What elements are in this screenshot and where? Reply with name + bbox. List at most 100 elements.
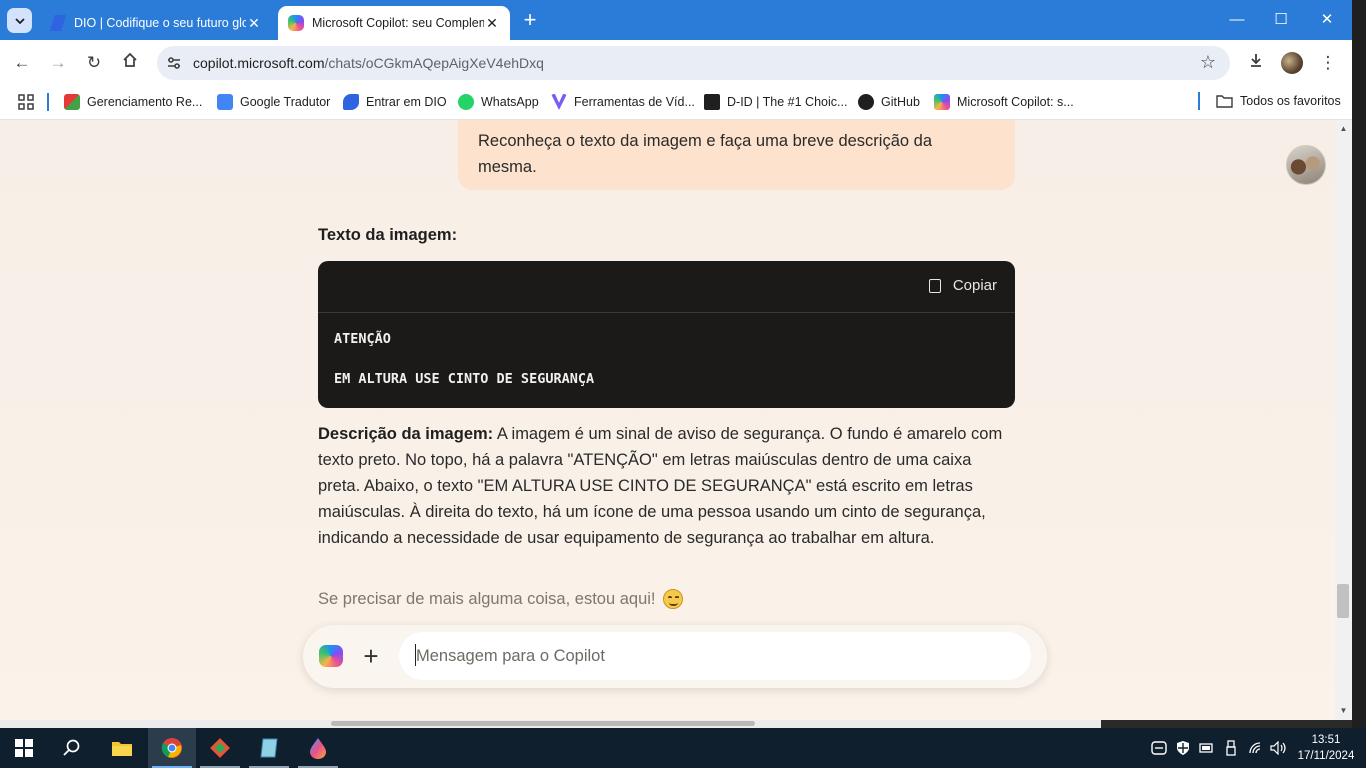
scroll-down-icon[interactable]: ▼ (1335, 704, 1352, 718)
tab-copilot[interactable]: Microsoft Copilot: seu Complem ✕ (278, 6, 510, 40)
chrome-icon[interactable] (148, 728, 196, 768)
text-cursor (415, 644, 416, 666)
tab-title: DIO | Codifique o seu futuro glo (74, 16, 246, 30)
volume-icon[interactable] (1269, 728, 1289, 768)
all-bookmarks-folder[interactable]: Todos os favoritos (1216, 94, 1341, 108)
maximize-icon[interactable]: ☐ (1269, 8, 1293, 32)
bookmark-did[interactable]: D-ID | The #1 Choic... (704, 94, 847, 110)
tab-search-button[interactable] (7, 8, 32, 33)
back-icon[interactable]: ← (9, 50, 35, 76)
teamviewer-icon[interactable] (1150, 728, 1168, 768)
clock-date: 17/11/2024 (1297, 750, 1355, 762)
menu-kebab-icon[interactable]: ⋮ (1315, 50, 1341, 76)
code-line: ATENÇÃO (334, 331, 391, 347)
git-icon[interactable] (196, 728, 244, 768)
tab-dio[interactable]: DIO | Codifique o seu futuro glo ✕ (40, 6, 272, 40)
scroll-up-icon[interactable]: ▲ (1335, 122, 1352, 136)
horizontal-scrollbar[interactable] (0, 720, 1352, 728)
copy-button[interactable]: Copiar (928, 277, 997, 294)
vertical-scrollbar[interactable]: ▲ ▼ (1335, 120, 1352, 720)
dio-icon (50, 15, 66, 31)
colorful-grid-icon (64, 94, 80, 110)
bookmark-gerenciamento[interactable]: Gerenciamento Re... (64, 94, 202, 110)
bookmark-label: Entrar em DIO (366, 95, 447, 109)
security-shield-icon[interactable] (1174, 728, 1192, 768)
google-translate-icon (217, 94, 233, 110)
bookmark-label: GitHub (881, 95, 920, 109)
bookmark-divider (47, 93, 49, 111)
message-composer: + (303, 625, 1047, 688)
bookmark-copilot[interactable]: Microsoft Copilot: s... (934, 94, 1074, 110)
paint-icon[interactable] (294, 728, 342, 768)
site-settings-icon[interactable] (165, 54, 183, 72)
system-clock[interactable]: 13:51 17/11/2024 (1294, 732, 1358, 764)
github-icon (858, 94, 874, 110)
close-window-icon[interactable]: ✕ (1315, 8, 1339, 32)
description-label: Descrição da imagem: (318, 425, 494, 443)
bookmarks-bar: Gerenciamento Re... Google Tradutor Entr… (0, 86, 1352, 120)
reload-icon[interactable]: ↻ (81, 50, 107, 76)
close-icon[interactable]: ✕ (484, 15, 500, 32)
bookmark-label: Ferramentas de Víd... (574, 95, 695, 109)
tab-title: Microsoft Copilot: seu Complem (312, 16, 484, 30)
followup-message: Se precisar de mais alguma coisa, estou … (318, 589, 683, 609)
bookmark-star-icon[interactable]: ☆ (1200, 52, 1216, 73)
file-explorer-icon[interactable] (98, 728, 146, 768)
bookmark-dio[interactable]: Entrar em DIO (343, 94, 447, 110)
description-paragraph: Descrição da imagem: A imagem é um sinal… (318, 421, 1018, 551)
copy-label: Copiar (952, 277, 997, 294)
apps-grid-icon[interactable] (18, 94, 34, 110)
copy-icon (928, 278, 941, 293)
bookmark-github[interactable]: GitHub (858, 94, 920, 110)
folder-icon (1216, 95, 1233, 108)
scrollbar-edge (1101, 720, 1352, 728)
bookmark-ferramentas[interactable]: Ferramentas de Víd... (551, 94, 695, 110)
screen: DIO | Codifique o seu futuro glo ✕ Micro… (0, 0, 1366, 768)
windows-start-icon[interactable] (0, 728, 48, 768)
bookmark-label: Google Tradutor (240, 95, 331, 109)
code-block: Copiar ATENÇÃO EM ALTURA USE CINTO DE SE… (318, 261, 1015, 408)
clock-time: 13:51 (1311, 734, 1341, 746)
usb-icon[interactable] (1222, 728, 1240, 768)
bookmark-whatsapp[interactable]: WhatsApp (458, 94, 539, 110)
code-block-header: Copiar (318, 261, 1015, 313)
battery-icon[interactable] (1198, 728, 1216, 768)
notepad-icon[interactable] (245, 728, 293, 768)
url-text: copilot.microsoft.com/chats/oCGkmAQepAig… (193, 55, 544, 71)
bookmark-google-tradutor[interactable]: Google Tradutor (217, 94, 330, 110)
bookmark-label: Microsoft Copilot: s... (957, 95, 1074, 109)
all-bookmarks-label: Todos os favoritos (1240, 94, 1341, 108)
address-bar[interactable]: copilot.microsoft.com/chats/oCGkmAQepAig… (157, 46, 1230, 80)
bookmark-label: D-ID | The #1 Choic... (727, 95, 848, 109)
forward-icon[interactable]: → (45, 50, 71, 76)
chat-area: Reconheça o texto da imagem e faça uma b… (0, 120, 1335, 720)
response-heading: Texto da imagem: (318, 226, 458, 244)
scroll-thumb[interactable] (1337, 584, 1349, 618)
tab-strip: DIO | Codifique o seu futuro glo ✕ Micro… (0, 0, 1352, 40)
add-attachment-button[interactable]: + (359, 642, 383, 670)
smiling-face-icon (662, 589, 683, 609)
user-message: Reconheça o texto da imagem e faça uma b… (458, 120, 1015, 190)
code-line: EM ALTURA USE CINTO DE SEGURANÇA (334, 371, 595, 387)
window-edge (1352, 0, 1366, 728)
search-icon[interactable] (48, 728, 96, 768)
dio-icon (343, 94, 359, 110)
did-icon (704, 94, 720, 110)
home-icon[interactable] (117, 50, 143, 76)
bookmark-label: WhatsApp (481, 95, 539, 109)
minimize-icon[interactable]: — (1225, 8, 1249, 32)
copilot-icon (288, 15, 304, 31)
followup-text: Se precisar de mais alguma coisa, estou … (318, 589, 656, 608)
video-tools-icon (551, 94, 567, 110)
taskbar: 13:51 17/11/2024 (0, 728, 1366, 768)
close-icon[interactable]: ✕ (246, 15, 262, 32)
copilot-icon (934, 94, 950, 110)
profile-avatar[interactable] (1281, 52, 1303, 74)
scroll-thumb[interactable] (331, 721, 755, 726)
wifi-icon[interactable] (1246, 728, 1266, 768)
copilot-icon[interactable] (319, 645, 343, 667)
user-avatar[interactable] (1286, 145, 1326, 185)
new-tab-button[interactable]: + (518, 9, 542, 33)
download-icon[interactable] (1243, 50, 1269, 76)
message-input[interactable] (399, 632, 1031, 680)
